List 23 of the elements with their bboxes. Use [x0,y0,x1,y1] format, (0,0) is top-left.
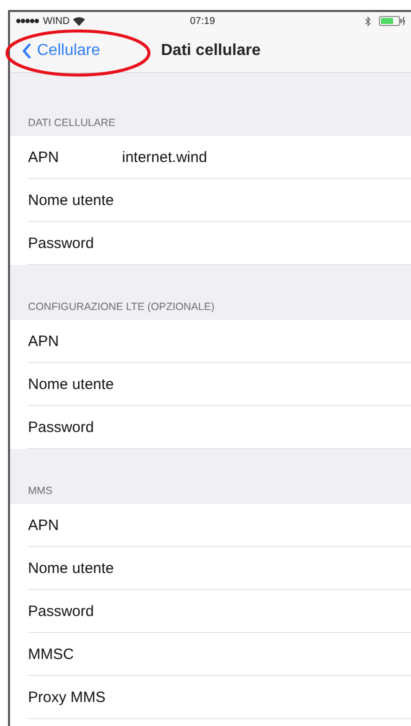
signal-icon [16,18,40,24]
settings-row[interactable]: Nome utente [28,179,411,222]
battery-icon [379,16,405,26]
bluetooth-icon [365,16,371,26]
section-header: CONFIGURAZIONE LTE (OPZIONALE) [28,301,214,313]
settings-row[interactable]: APN [28,320,411,363]
screen-title: Dati cellulare [161,42,261,60]
settings-row[interactable]: Nome utente [28,547,411,590]
status-time: 07:19 [190,16,216,26]
carrier-name: WIND [43,16,70,26]
settings-row[interactable]: Password [28,406,411,449]
wifi-icon [72,16,85,26]
chevron-icon [22,43,32,59]
settings-row[interactable]: APN internet.wind [28,136,411,179]
settings-row[interactable]: Password [28,222,411,265]
row-value: internet.wind [122,148,208,166]
section-header: DATI CELLULARE [28,117,116,129]
section-header: MMS [28,485,52,497]
settings-row[interactable]: Password [28,590,411,633]
settings-row[interactable]: Nome utente [28,363,411,406]
settings-row[interactable]: APN [28,504,411,547]
settings-row[interactable]: MMSC [28,633,411,676]
settings-row[interactable]: Proxy MMS [28,676,411,719]
